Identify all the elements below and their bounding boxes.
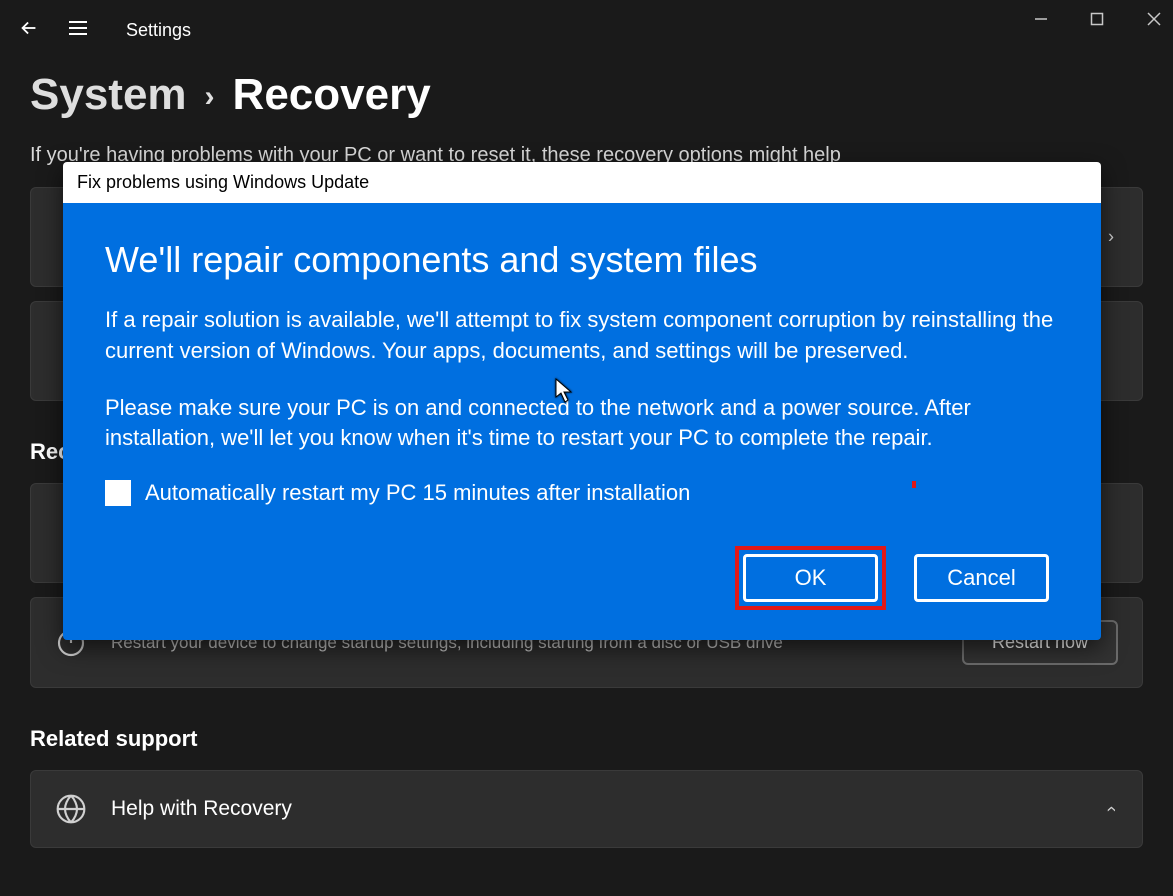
breadcrumb-parent[interactable]: System: [30, 70, 187, 120]
back-icon[interactable]: [18, 17, 40, 44]
dialog-window-title: Fix problems using Windows Update: [63, 162, 1101, 203]
chevron-right-icon: ›: [205, 80, 215, 114]
dialog-para-2: Please make sure your PC is on and conne…: [105, 393, 1059, 455]
breadcrumb: System › Recovery: [0, 60, 1173, 144]
close-icon[interactable]: [1145, 10, 1163, 33]
mouse-cursor-icon: [555, 378, 575, 409]
chevron-up-icon[interactable]: ›: [1101, 806, 1122, 812]
cancel-button-wrap: Cancel: [906, 546, 1057, 610]
section-related-support: Related support: [30, 726, 1143, 752]
card-title: Help with Recovery: [111, 797, 1118, 821]
red-marker-icon: [912, 481, 916, 488]
hamburger-icon[interactable]: [66, 16, 90, 45]
checkbox-box-icon[interactable]: [105, 480, 131, 506]
breadcrumb-current: Recovery: [233, 70, 431, 120]
titlebar: Settings: [0, 0, 1173, 60]
ok-button-highlight: OK: [735, 546, 886, 610]
ok-button[interactable]: OK: [743, 554, 878, 602]
dialog-para-1: If a repair solution is available, we'll…: [105, 305, 1059, 367]
help-with-recovery-card[interactable]: Help with Recovery ›: [30, 770, 1143, 848]
repair-dialog: Fix problems using Windows Update We'll …: [63, 162, 1101, 640]
minimize-icon[interactable]: [1033, 11, 1049, 32]
chevron-right-icon: ›: [1108, 227, 1114, 248]
maximize-icon[interactable]: [1089, 11, 1105, 32]
checkbox-label: Automatically restart my PC 15 minutes a…: [145, 480, 690, 506]
app-title: Settings: [126, 20, 191, 41]
dialog-heading: We'll repair components and system files: [105, 239, 1059, 281]
globe-icon: [55, 793, 87, 825]
cancel-button[interactable]: Cancel: [914, 554, 1049, 602]
